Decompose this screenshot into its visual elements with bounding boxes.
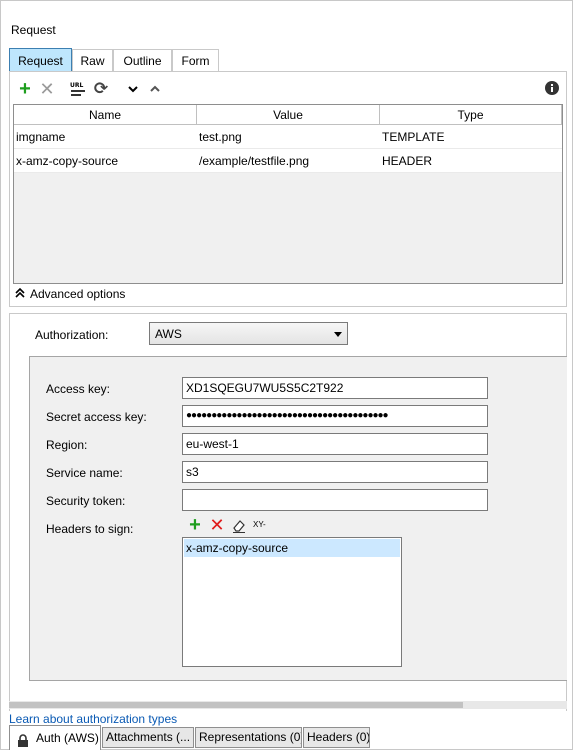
region-field[interactable]: eu-west-1 xyxy=(182,433,488,455)
svg-text:URL: URL xyxy=(70,82,83,89)
access-key-label: Access key: xyxy=(46,382,111,396)
x-icon[interactable]: ✕ xyxy=(38,80,56,98)
authorization-label: Authorization: xyxy=(35,328,109,342)
cell-name[interactable]: x-amz-copy-source xyxy=(14,149,197,173)
tab-auth-aws[interactable]: Auth (AWS) xyxy=(9,725,101,750)
lock-icon xyxy=(16,732,30,750)
secret-key-label: Secret access key: xyxy=(46,410,147,424)
authorization-select-value: AWS xyxy=(155,327,182,341)
cell-value[interactable]: test.png xyxy=(197,125,380,149)
authorization-select[interactable]: AWS xyxy=(149,322,348,345)
table-row[interactable]: imgname test.png TEMPLATE xyxy=(14,125,562,149)
table-row[interactable]: x-amz-copy-source /example/testfile.png … xyxy=(14,149,562,173)
headers-to-sign-label: Headers to sign: xyxy=(46,522,134,536)
security-token-label: Security token: xyxy=(46,494,126,508)
cell-value[interactable]: /example/testfile.png xyxy=(197,149,380,173)
dropdown-arrow-icon xyxy=(334,332,342,337)
plus-icon[interactable]: + xyxy=(16,79,34,99)
secret-key-field[interactable]: ●●●●●●●●●●●●●●●●●●●●●●●●●●●●●●●●●●●●●●●● xyxy=(182,405,488,427)
tab-attachments[interactable]: Attachments (... xyxy=(102,727,194,748)
security-token-field[interactable] xyxy=(182,489,488,511)
tab-auth-aws-label: Auth (AWS) xyxy=(36,731,99,745)
headers-listbox[interactable]: x-amz-copy-source xyxy=(182,537,402,667)
service-name-field[interactable]: s3 xyxy=(182,461,488,483)
params-table: Name Value Type imgname test.png TEMPLAT… xyxy=(13,104,563,284)
tab-raw[interactable]: Raw xyxy=(72,49,113,71)
learn-auth-link[interactable]: Learn about authorization types xyxy=(9,712,177,726)
chevron-down-icon[interactable] xyxy=(124,80,142,98)
eraser-icon[interactable] xyxy=(231,518,247,534)
chevron-up-icon[interactable] xyxy=(146,80,164,98)
tab-headers[interactable]: Headers (0) xyxy=(303,727,370,748)
column-header-name[interactable]: Name xyxy=(14,105,197,125)
tab-representations[interactable]: Representations (0) xyxy=(195,727,302,748)
tab-outline[interactable]: Outline xyxy=(113,49,172,71)
advanced-options-label: Advanced options xyxy=(30,287,126,301)
tab-form[interactable]: Form xyxy=(172,49,219,71)
url-encode-icon[interactable]: URL xyxy=(69,80,87,98)
tab-request[interactable]: Request xyxy=(9,48,72,72)
region-label: Region: xyxy=(46,438,88,452)
refresh-icon[interactable]: ⟳ xyxy=(92,80,110,98)
column-header-value[interactable]: Value xyxy=(197,105,380,125)
remove-header-icon[interactable]: ✕ xyxy=(208,516,226,534)
cell-name[interactable]: imgname xyxy=(14,125,197,149)
access-key-field[interactable]: XD1SQEGU7WU5S5C2T922 xyxy=(182,377,488,399)
list-item[interactable]: x-amz-copy-source xyxy=(184,539,400,557)
headers-extra-icon[interactable]: XY- xyxy=(253,520,266,529)
cell-type[interactable]: HEADER xyxy=(380,149,562,173)
cell-type[interactable]: TEMPLATE xyxy=(380,125,562,149)
column-header-type[interactable]: Type xyxy=(380,105,562,125)
service-name-label: Service name: xyxy=(46,466,123,480)
double-chevron-up-icon xyxy=(15,287,25,302)
advanced-options-toggle[interactable]: Advanced options xyxy=(15,287,215,303)
section-title: Request xyxy=(11,23,56,37)
scrollbar-thumb[interactable] xyxy=(9,702,463,708)
add-header-icon[interactable]: + xyxy=(186,515,204,535)
horizontal-scrollbar[interactable] xyxy=(9,701,567,709)
info-icon[interactable] xyxy=(543,80,561,98)
